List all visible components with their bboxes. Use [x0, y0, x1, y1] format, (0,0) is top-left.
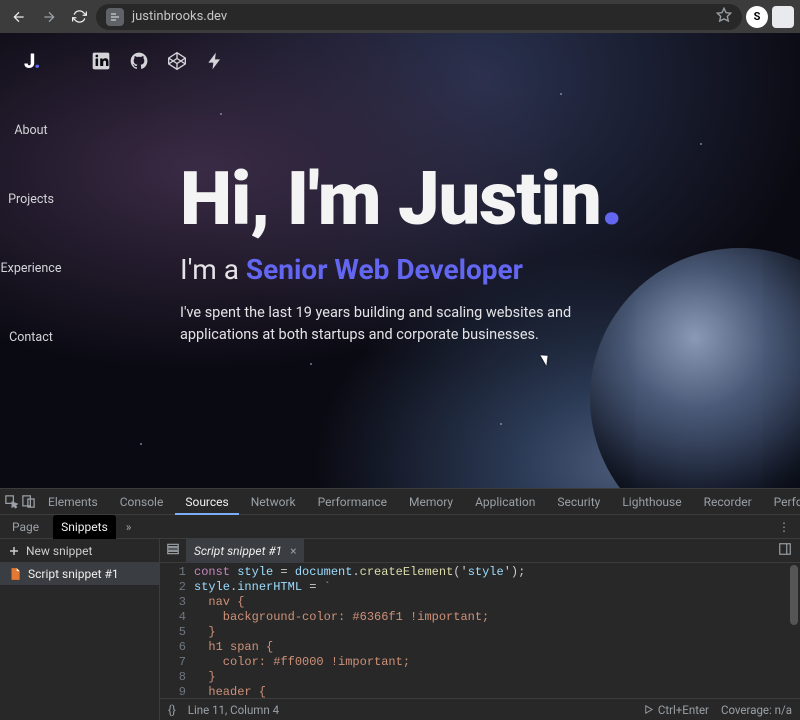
tab-recorder[interactable]: Recorder	[694, 489, 762, 515]
open-file-tabs: Script snippet #1 ×	[160, 539, 800, 563]
forward-button[interactable]	[36, 4, 62, 30]
sources-kebab-icon[interactable]: ⋮	[772, 520, 796, 534]
tab-performance-insights[interactable]: Performance insights	[764, 489, 800, 515]
reload-button[interactable]	[66, 4, 92, 30]
github-icon[interactable]	[129, 51, 149, 71]
snippet-item[interactable]: Script snippet #1	[0, 563, 159, 585]
tab-performance-insights-label: Performance insights	[774, 495, 800, 509]
hero: Hi, I'm Justin. I'm a Senior Web Develop…	[180, 163, 720, 346]
nav-about[interactable]: About	[0, 123, 62, 138]
site-logo[interactable]: J.	[24, 49, 39, 73]
social-links	[91, 51, 225, 71]
nav-contact[interactable]: Contact	[0, 330, 62, 345]
subtab-snippets[interactable]: Snippets	[53, 515, 116, 539]
tab-elements[interactable]: Elements	[38, 489, 108, 515]
hero-title: Hi, I'm Justin.	[180, 163, 720, 237]
device-toggle-icon[interactable]	[21, 491, 36, 513]
hero-sub-pre: I'm a	[180, 253, 246, 286]
hero-subtitle: I'm a Senior Web Developer	[180, 253, 720, 286]
browser-toolbar: justinbrooks.dev S	[0, 0, 800, 33]
bolt-icon[interactable]	[205, 51, 225, 71]
tab-security[interactable]: Security	[547, 489, 610, 515]
snippets-sidebar: New snippet Script snippet #1	[0, 539, 160, 720]
tab-network[interactable]: Network	[241, 489, 306, 515]
extension-icon-1[interactable]: S	[746, 6, 768, 28]
sources-subtabs: Page Snippets » ⋮	[0, 515, 800, 539]
site-header: J.	[0, 33, 800, 89]
site-settings-icon[interactable]	[106, 8, 124, 26]
address-bar[interactable]: justinbrooks.dev	[96, 4, 742, 30]
tab-memory[interactable]: Memory	[399, 489, 463, 515]
tab-application[interactable]: Application	[465, 489, 545, 515]
bookmark-star-icon[interactable]	[716, 7, 732, 27]
open-file-tab-label: Script snippet #1	[194, 544, 282, 558]
codepen-icon[interactable]	[167, 51, 187, 71]
snippet-item-label: Script snippet #1	[28, 567, 119, 581]
close-tab-icon[interactable]: ×	[290, 544, 296, 558]
subtab-page[interactable]: Page	[4, 515, 47, 539]
editor-main: Script snippet #1 × 12345678910111213 co…	[160, 539, 800, 720]
editor-statusbar: {} Line 11, Column 4 Ctrl+Enter Coverage…	[160, 698, 800, 720]
new-snippet-button[interactable]: New snippet	[0, 539, 159, 563]
tab-performance[interactable]: Performance	[308, 489, 397, 515]
cursor-position: Line 11, Column 4	[188, 703, 279, 717]
code-editor[interactable]: 12345678910111213 const style = document…	[160, 563, 800, 698]
inspect-element-icon[interactable]	[4, 491, 19, 513]
hero-title-dot: .	[601, 156, 622, 243]
hero-title-text: Hi, I'm Justin	[180, 156, 601, 243]
new-snippet-label: New snippet	[26, 544, 92, 558]
devtools-tabbar: Elements Console Sources Network Perform…	[0, 489, 800, 515]
open-file-tab[interactable]: Script snippet #1 ×	[186, 539, 304, 563]
side-nav: About Projects Experience Contact	[0, 123, 62, 345]
extension-icon-2[interactable]	[772, 6, 794, 28]
logo-text: J	[24, 49, 34, 73]
tab-console[interactable]: Console	[110, 489, 174, 515]
scrollbar-thumb[interactable]	[790, 565, 798, 625]
file-nav-icon[interactable]	[160, 542, 186, 559]
braces-icon[interactable]: {}	[168, 703, 176, 717]
line-gutter: 12345678910111213	[160, 563, 194, 698]
toggle-panel-icon[interactable]	[770, 542, 800, 559]
code-content[interactable]: const style = document.createElement('st…	[194, 563, 800, 698]
tab-lighthouse[interactable]: Lighthouse	[612, 489, 691, 515]
coverage-label: Coverage: n/a	[721, 703, 792, 717]
page-viewport: J. About Projects Experience Contact Hi,…	[0, 33, 800, 488]
mouse-cursor	[540, 352, 551, 365]
hero-blurb: I've spent the last 19 years building an…	[180, 302, 620, 346]
snippet-file-icon	[8, 567, 22, 581]
tab-sources[interactable]: Sources	[175, 489, 238, 515]
hero-sub-highlight: Senior Web Developer	[246, 253, 523, 286]
run-snippet-button[interactable]: Ctrl+Enter	[643, 703, 709, 717]
devtools: Elements Console Sources Network Perform…	[0, 488, 800, 720]
logo-dot: .	[34, 49, 39, 73]
url-text: justinbrooks.dev	[132, 9, 227, 24]
more-subtabs-icon[interactable]: »	[122, 520, 136, 534]
back-button[interactable]	[6, 4, 32, 30]
linkedin-icon[interactable]	[91, 51, 111, 71]
devtools-body: New snippet Script snippet #1 Script sni…	[0, 539, 800, 720]
nav-projects[interactable]: Projects	[0, 192, 62, 207]
nav-experience[interactable]: Experience	[0, 261, 62, 276]
run-shortcut-label: Ctrl+Enter	[658, 703, 709, 717]
